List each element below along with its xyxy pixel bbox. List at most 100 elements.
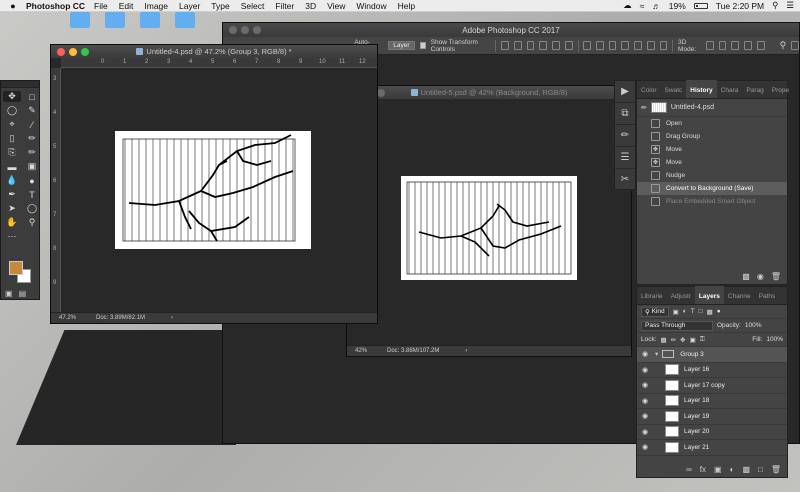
new-document-from-state-icon[interactable]: ▩: [742, 272, 750, 281]
eye-icon[interactable]: ◉: [637, 412, 653, 420]
vertical-ruler[interactable]: 3 4 5 6 7 8 9: [51, 68, 61, 312]
filter-smart-object-icon[interactable]: ▩: [707, 308, 713, 316]
eraser-tool-icon[interactable]: ▬: [3, 161, 21, 172]
screen-mode-icon[interactable]: ▤: [19, 289, 27, 298]
distribute-center-icon[interactable]: [634, 41, 642, 50]
creative-cloud-icon[interactable]: ☁: [623, 0, 632, 11]
camera-snapshot-icon[interactable]: ◉: [757, 272, 764, 281]
folder-icon[interactable]: [140, 12, 160, 28]
type-tool-icon[interactable]: T: [23, 189, 41, 200]
battery-icon[interactable]: [693, 2, 708, 9]
lock-artboard-icon[interactable]: ▣: [690, 336, 696, 344]
auto-select-dropdown[interactable]: Layer: [388, 41, 415, 50]
history-step-selected[interactable]: Convert to Background (Save): [637, 182, 787, 195]
3d-scale-icon[interactable]: [756, 41, 765, 50]
eye-icon[interactable]: ◉: [637, 443, 653, 451]
doc4-doc-size[interactable]: Doc: 3.89M/82.1M: [96, 315, 145, 321]
move-tool-icon[interactable]: ✥: [3, 91, 21, 102]
folder-icon[interactable]: [175, 12, 195, 28]
layer-row[interactable]: ◉ Layer 17 copy: [637, 378, 787, 394]
adjustments-panel-icon[interactable]: ☰: [615, 147, 635, 169]
3d-slide-icon[interactable]: [744, 41, 752, 50]
3d-drag-icon[interactable]: [731, 41, 740, 50]
workspace-icon[interactable]: [791, 41, 799, 50]
history-step[interactable]: Nudge: [637, 169, 787, 182]
tab-adjustments[interactable]: Adjustr: [667, 286, 695, 304]
history-panel-icon[interactable]: ⧉: [615, 103, 635, 125]
layer-row[interactable]: ◉ Layer 19: [637, 409, 787, 425]
document-window-untitled-5[interactable]: Untitled-5.psd @ 42% (Background, RGB/8): [346, 85, 632, 357]
tab-libraries[interactable]: Librarie: [637, 286, 667, 304]
document-window-untitled-4[interactable]: Untitled-4.psd @ 47.2% (Group 3, RGB/8) …: [50, 44, 378, 324]
fill-field[interactable]: 100%: [766, 336, 783, 343]
blur-tool-icon[interactable]: 💧: [3, 175, 21, 186]
doc5-canvas[interactable]: [401, 176, 577, 280]
kind-filter-dropdown[interactable]: ⚲ Kind: [641, 306, 669, 317]
folder-icon[interactable]: [70, 12, 90, 28]
quick-select-tool-icon[interactable]: ✎: [23, 105, 41, 116]
align-right-icon[interactable]: [564, 41, 573, 50]
eye-icon[interactable]: ◉: [637, 397, 653, 405]
align-bottom-icon[interactable]: [526, 41, 535, 50]
marquee-tool-icon[interactable]: □: [23, 91, 41, 102]
gradient-tool-icon[interactable]: ▣: [23, 161, 41, 172]
quick-mask-icon[interactable]: ▣: [5, 289, 13, 298]
add-mask-icon[interactable]: ▣: [714, 465, 722, 474]
doc5-doc-size[interactable]: Doc: 3.88M/107.2M: [387, 348, 439, 354]
layer-row[interactable]: ◉ Layer 16: [637, 363, 787, 378]
hand-tool-icon[interactable]: ✋: [3, 217, 21, 228]
chevron-down-icon[interactable]: ▾: [655, 350, 658, 358]
distribute-right-icon[interactable]: [646, 41, 655, 50]
path-select-tool-icon[interactable]: ➤: [3, 203, 21, 214]
tab-color[interactable]: Color: [637, 80, 661, 98]
search-icon[interactable]: ⚲: [772, 0, 778, 11]
distribute-left-icon[interactable]: [621, 41, 630, 50]
tab-character[interactable]: Chara: [717, 80, 743, 98]
doc5-zoom[interactable]: 42%: [355, 348, 367, 354]
minimize-button[interactable]: [241, 26, 249, 34]
doc4-canvas[interactable]: [115, 131, 311, 249]
close-button[interactable]: [57, 47, 65, 56]
layer-style-icon[interactable]: fx: [700, 465, 706, 474]
eye-icon[interactable]: ◉: [637, 350, 653, 358]
clock[interactable]: Tue 2:20 PM: [716, 1, 764, 11]
history-snapshot[interactable]: ✏ Untitled-4.psd: [637, 99, 787, 117]
menu-image[interactable]: Image: [144, 1, 168, 11]
doc4-titlebar[interactable]: Untitled-4.psd @ 47.2% (Group 3, RGB/8) …: [51, 45, 377, 58]
dodge-tool-icon[interactable]: ●: [23, 175, 41, 186]
menu-window[interactable]: Window: [356, 1, 386, 11]
filter-toggle-icon[interactable]: ●: [717, 308, 721, 315]
menu-type[interactable]: Type: [211, 1, 229, 11]
status-menu-arrow-icon[interactable]: ›: [171, 315, 173, 321]
close-button[interactable]: [229, 26, 237, 34]
lock-all-icon[interactable]: ⚿: [700, 336, 705, 344]
opacity-field[interactable]: 100%: [745, 322, 762, 329]
tab-layers[interactable]: Layers: [694, 286, 724, 304]
tools-panel-grip[interactable]: [1, 81, 39, 88]
app-menu[interactable]: Photoshop CC: [26, 1, 85, 11]
menu-layer[interactable]: Layer: [179, 1, 200, 11]
menu-help[interactable]: Help: [398, 1, 415, 11]
distribute-bottom-icon[interactable]: [608, 41, 617, 50]
actions-play-icon[interactable]: ▶: [615, 81, 635, 103]
filter-adjustment-icon[interactable]: ◐: [683, 308, 687, 315]
tab-swatches[interactable]: Swatc: [661, 80, 687, 98]
wifi-icon[interactable]: ≈: [640, 1, 645, 11]
history-step-undone[interactable]: Place Embedded Smart Object: [637, 195, 787, 208]
tool-presets-icon[interactable]: ✂: [615, 169, 635, 191]
tab-channels[interactable]: Channe: [724, 286, 755, 304]
align-center-icon[interactable]: [552, 41, 560, 50]
adjustment-layer-icon[interactable]: ◐: [730, 465, 735, 474]
blend-mode-dropdown[interactable]: Pass Through: [641, 320, 713, 331]
filter-pixel-icon[interactable]: ▣: [673, 308, 679, 316]
apple-menu-icon[interactable]: ●: [6, 1, 20, 11]
zoom-button[interactable]: [377, 88, 385, 97]
align-top-icon[interactable]: [501, 41, 509, 50]
zoom-tool-icon[interactable]: ⚲: [23, 217, 41, 228]
history-step[interactable]: Drag Group: [637, 130, 787, 143]
lock-position-icon[interactable]: ✥: [680, 336, 685, 344]
more-tools-icon[interactable]: ⋯: [3, 231, 21, 242]
distribute-middle-icon[interactable]: [596, 41, 604, 50]
filter-shape-icon[interactable]: □: [699, 308, 703, 315]
history-step[interactable]: Open: [637, 117, 787, 130]
